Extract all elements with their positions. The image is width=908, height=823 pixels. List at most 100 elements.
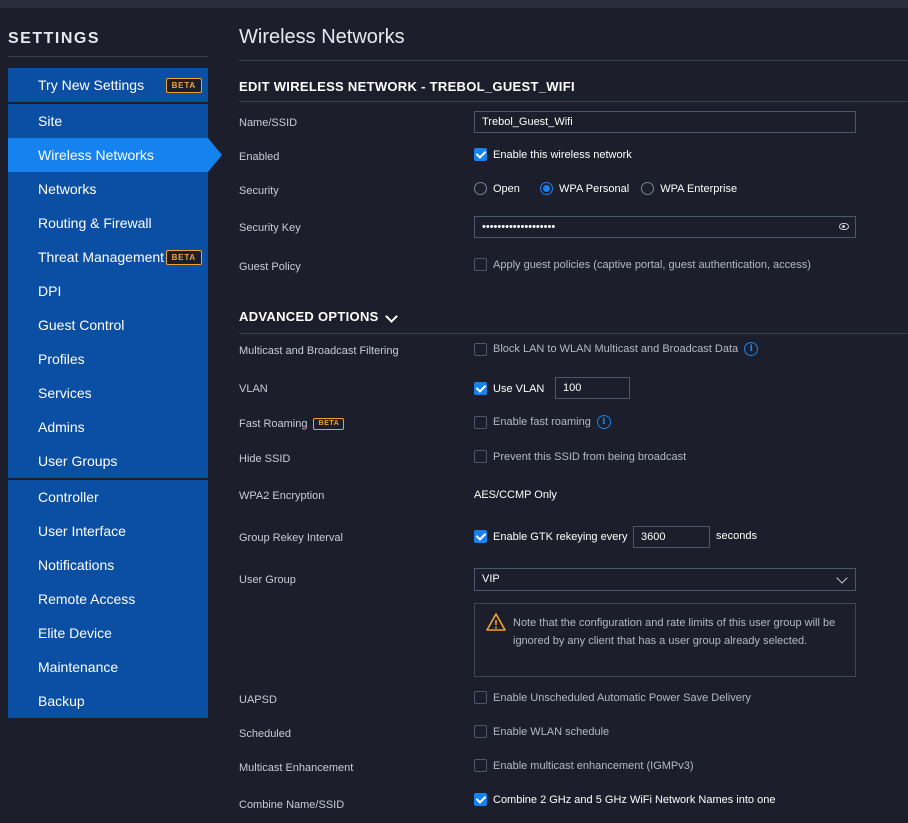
- sidebar-item-site[interactable]: Site: [8, 104, 208, 138]
- uapsd-option: Enable Unscheduled Automatic Power Save …: [474, 691, 751, 704]
- security-open-label: Open: [493, 182, 520, 195]
- guest-policy-label: Guest Policy: [239, 261, 301, 273]
- advanced-options-title: ADVANCED OPTIONS: [239, 309, 379, 324]
- sidebar-item-label: Elite Device: [38, 625, 112, 641]
- sidebar-item-label: User Groups: [38, 453, 118, 469]
- ssid-input[interactable]: Trebol_Guest_Wifi: [474, 111, 856, 133]
- multicast-enhancement-option: Enable multicast enhancement (IGMPv3): [474, 759, 694, 772]
- multicast-filter-checkbox[interactable]: [474, 342, 487, 356]
- guest-policy-option: Apply guest policies (captive portal, gu…: [474, 258, 811, 271]
- fast-roaming-checkbox[interactable]: [474, 415, 487, 429]
- scheduled-option: Enable WLAN schedule: [474, 725, 609, 738]
- sidebar-item-services[interactable]: Services: [8, 376, 208, 410]
- security-key-input[interactable]: •••••••••••••••••••: [474, 216, 856, 238]
- sidebar-item-backup[interactable]: Backup: [8, 684, 208, 718]
- sidebar-item-label: Controller: [38, 489, 99, 505]
- sidebar-item-guest-control[interactable]: Guest Control: [8, 308, 208, 342]
- enabled-checkbox[interactable]: [474, 148, 487, 161]
- group-rekey-input[interactable]: 3600: [633, 526, 710, 548]
- sidebar-item-try-new-settings[interactable]: Try New Settings BETA: [8, 68, 208, 102]
- sidebar-item-user-groups[interactable]: User Groups: [8, 444, 208, 478]
- vlan-option-label: Use VLAN: [493, 382, 545, 395]
- sidebar-item-label: Site: [38, 113, 63, 129]
- user-group-note: Note that the configuration and rate lim…: [474, 603, 856, 677]
- security-key-label: Security Key: [239, 222, 301, 234]
- sidebar-item-admins[interactable]: Admins: [8, 410, 208, 444]
- group-rekey-label: Group Rekey Interval: [239, 532, 343, 544]
- security-key-value: •••••••••••••••••••: [482, 221, 556, 233]
- fast-roaming-row-label: Fast Roaming BETA: [239, 418, 345, 431]
- beta-badge: BETA: [165, 78, 202, 93]
- info-icon[interactable]: i: [596, 415, 611, 429]
- hide-ssid-label: Hide SSID: [239, 453, 291, 465]
- vlan-input[interactable]: 100: [555, 377, 630, 399]
- multicast-enhancement-checkbox[interactable]: [474, 759, 487, 772]
- group-rekey-option-label: Enable GTK rekeying every: [493, 530, 628, 543]
- hide-ssid-checkbox[interactable]: [474, 450, 487, 463]
- security-wpa-personal-radio[interactable]: [540, 182, 554, 195]
- nav-group-controller: Controller User Interface Notifications …: [8, 480, 208, 718]
- wpa2-value: AES/CCMP Only: [474, 489, 557, 501]
- sidebar-item-label: Profiles: [38, 351, 85, 367]
- sidebar-item-routing-firewall[interactable]: Routing & Firewall: [8, 206, 208, 240]
- beta-badge: BETA: [313, 418, 345, 431]
- sidebar-item-label: User Interface: [38, 523, 126, 539]
- hide-ssid-option-label: Prevent this SSID from being broadcast: [493, 450, 687, 463]
- user-group-select[interactable]: VIP: [474, 568, 856, 591]
- enabled-option-label: Enable this wireless network: [493, 148, 632, 161]
- sidebar-item-dpi[interactable]: DPI: [8, 274, 208, 308]
- vlan-checkbox[interactable]: [474, 382, 487, 395]
- group-rekey-checkbox[interactable]: [474, 530, 487, 543]
- uapsd-label: UAPSD: [239, 694, 277, 706]
- sidebar-item-wireless-networks[interactable]: Wireless Networks: [8, 138, 222, 172]
- sidebar-item-label: Maintenance: [38, 659, 119, 675]
- multicast-filter-option: Block LAN to WLAN Multicast and Broadcas…: [474, 342, 759, 356]
- sidebar-divider: [8, 56, 208, 57]
- page-title: Wireless Networks: [239, 26, 405, 48]
- group-rekey-option: Enable GTK rekeying every: [474, 530, 628, 543]
- sidebar-item-label: Admins: [38, 419, 85, 435]
- settings-sidebar: SETTINGS Try New Settings BETA Site Wire…: [0, 8, 222, 823]
- fast-roaming-option-label: Enable fast roaming: [493, 416, 591, 428]
- multicast-filter-option-label: Block LAN to WLAN Multicast and Broadcas…: [493, 343, 739, 355]
- sidebar-item-label: DPI: [38, 283, 62, 299]
- sidebar-item-user-interface[interactable]: User Interface: [8, 514, 208, 548]
- info-icon[interactable]: i: [744, 342, 759, 356]
- chevron-down-icon: [384, 309, 398, 323]
- uapsd-option-label: Enable Unscheduled Automatic Power Save …: [493, 691, 752, 704]
- sidebar-item-label: Wireless Networks: [38, 147, 154, 163]
- scheduled-option-label: Enable WLAN schedule: [493, 725, 610, 738]
- sidebar-item-label: Networks: [38, 181, 97, 197]
- security-open-radio[interactable]: [474, 182, 487, 195]
- sidebar-item-label: Backup: [38, 693, 85, 709]
- combine-ssid-checkbox[interactable]: [474, 793, 487, 806]
- sidebar-item-controller[interactable]: Controller: [8, 480, 208, 514]
- sidebar-item-notifications[interactable]: Notifications: [8, 548, 208, 582]
- security-wpa-enterprise-radio[interactable]: [641, 182, 655, 195]
- hide-ssid-option: Prevent this SSID from being broadcast: [474, 450, 686, 463]
- sidebar-item-elite-device[interactable]: Elite Device: [8, 616, 208, 650]
- sidebar-item-profiles[interactable]: Profiles: [8, 342, 208, 376]
- sidebar-item-label: Remote Access: [38, 591, 136, 607]
- eye-icon[interactable]: [839, 223, 849, 230]
- sidebar-item-networks[interactable]: Networks: [8, 172, 208, 206]
- sidebar-item-label: Notifications: [38, 557, 115, 573]
- sidebar-item-remote-access[interactable]: Remote Access: [8, 582, 208, 616]
- sidebar-item-threat-management[interactable]: Threat Management BETA: [8, 240, 208, 274]
- security-radio-group: Open WPA Personal WPA Enterprise: [474, 182, 737, 195]
- advanced-options-toggle[interactable]: ADVANCED OPTIONS: [239, 309, 398, 324]
- beta-badge: BETA: [165, 250, 202, 265]
- multicast-enhancement-label: Multicast Enhancement: [239, 762, 354, 774]
- sidebar-item-maintenance[interactable]: Maintenance: [8, 650, 208, 684]
- multicast-filter-label: Multicast and Broadcast Filtering: [239, 345, 399, 357]
- uapsd-checkbox[interactable]: [474, 691, 487, 704]
- sidebar-item-label: Guest Control: [38, 317, 125, 333]
- guest-policy-checkbox[interactable]: [474, 258, 487, 271]
- security-wpa-personal-label: WPA Personal: [559, 182, 630, 195]
- scheduled-checkbox[interactable]: [474, 725, 487, 738]
- note-text: Note that the configuration and rate lim…: [513, 617, 836, 647]
- scheduled-label: Scheduled: [239, 728, 291, 740]
- fast-roaming-option: Enable fast roaming i: [474, 415, 611, 429]
- chevron-down-icon: [836, 572, 848, 584]
- wpa2-label: WPA2 Encryption: [239, 490, 325, 502]
